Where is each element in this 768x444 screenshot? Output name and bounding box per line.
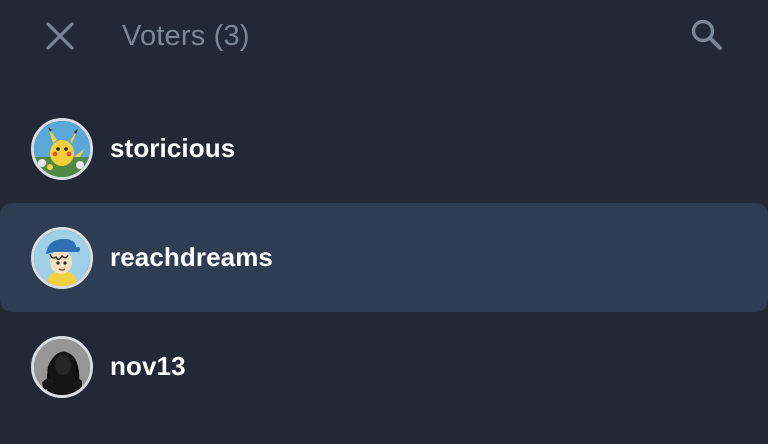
voter-row-nov13[interactable]: nov13 <box>0 312 768 421</box>
cartoon-boy-avatar <box>31 226 93 289</box>
pikachu-avatar <box>31 117 93 180</box>
voter-row-reachdreams[interactable]: reachdreams <box>0 203 768 312</box>
voter-row-storicious[interactable]: storicious <box>0 94 768 203</box>
search-icon <box>691 19 722 50</box>
close-icon <box>46 22 74 50</box>
voter-username: storicious <box>110 133 236 163</box>
app-header: Voters (3) <box>0 0 768 72</box>
dark-portrait-avatar <box>31 335 93 398</box>
voters-list: storicious reachdreams nov13 <box>0 94 768 421</box>
voter-username: nov13 <box>110 351 186 381</box>
search-button[interactable] <box>683 11 731 59</box>
voter-username: reachdreams <box>110 242 273 272</box>
page-title: Voters (3) <box>122 20 250 52</box>
close-button[interactable] <box>36 12 84 60</box>
